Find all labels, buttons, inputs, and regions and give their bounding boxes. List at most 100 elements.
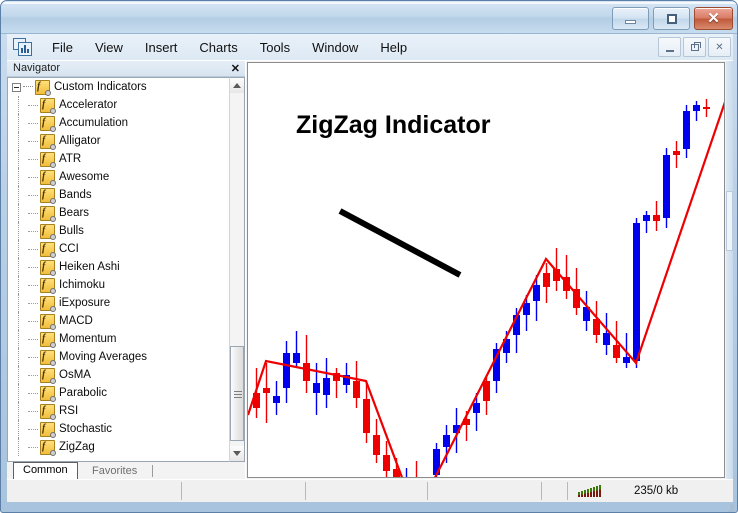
tree-branch-connector xyxy=(28,132,40,150)
menu-item-help[interactable]: Help xyxy=(369,37,418,58)
chart-vertical-scrollbar[interactable] xyxy=(726,61,733,479)
tree-item-bears[interactable]: f Bears xyxy=(8,204,214,222)
minimize-icon xyxy=(625,19,636,24)
chart-scrollbar-thumb[interactable] xyxy=(726,191,733,251)
menu-item-tools[interactable]: Tools xyxy=(249,37,301,58)
fx-icon: f xyxy=(40,205,56,222)
tree-item-parabolic[interactable]: f Parabolic xyxy=(8,384,214,402)
tree-indent-guide xyxy=(14,420,28,438)
tree-item-label: MACD xyxy=(59,315,93,327)
scroll-up-button[interactable] xyxy=(230,78,244,93)
tree-item-accelerator[interactable]: f Accelerator xyxy=(8,96,214,114)
fx-icon: f xyxy=(40,439,56,456)
tree-branch-connector xyxy=(28,366,40,384)
collapse-icon[interactable] xyxy=(12,82,21,92)
tree-item-label: Custom Indicators xyxy=(54,81,147,93)
candle-body xyxy=(263,388,270,393)
tree-item-heiken-ashi[interactable]: f Heiken Ashi xyxy=(8,258,214,276)
tree-branch-connector xyxy=(28,330,40,348)
tree-item-atr[interactable]: f ATR xyxy=(8,150,214,168)
navigator-scrollbar[interactable] xyxy=(229,77,245,462)
menu-item-file[interactable]: File xyxy=(41,37,84,58)
fx-icon: f xyxy=(40,295,56,312)
tree-item-label: Parabolic xyxy=(59,387,107,399)
tree-item-accumulation[interactable]: f Accumulation xyxy=(8,114,214,132)
scrollbar-thumb[interactable] xyxy=(230,346,244,441)
candles-group xyxy=(253,99,710,477)
menu-item-view[interactable]: View xyxy=(84,37,134,58)
tree-item-moving-averages[interactable]: f Moving Averages xyxy=(8,348,214,366)
minimize-button[interactable] xyxy=(612,7,649,30)
navigator-header: Navigator ✕ xyxy=(7,61,245,77)
tree-item-label: Awesome xyxy=(59,171,110,183)
tree-branch-connector xyxy=(28,348,40,366)
tree-indent-guide xyxy=(14,186,28,204)
chart-canvas[interactable]: ZigZag Indicator xyxy=(247,62,725,478)
tab-common[interactable]: Common xyxy=(13,462,78,479)
tree-indent-guide xyxy=(14,204,28,222)
tree-item-zigzag[interactable]: f ZigZag xyxy=(8,438,214,456)
tree-indent-guide xyxy=(14,222,28,240)
tree-item-alligator[interactable]: f Alligator xyxy=(8,132,214,150)
fx-icon: f xyxy=(40,151,56,168)
tree-branch-connector xyxy=(28,402,40,420)
candle-body xyxy=(303,363,310,381)
tree-item-label: Stochastic xyxy=(59,423,113,435)
scroll-down-button[interactable] xyxy=(230,446,244,461)
tree-item-label: Ichimoku xyxy=(59,279,106,291)
status-cell-4 xyxy=(428,482,542,500)
candle-body xyxy=(693,105,700,111)
fx-icon: f xyxy=(40,115,56,132)
tree-indent-guide xyxy=(14,114,28,132)
mdi-restore-icon xyxy=(690,41,701,51)
indicator-tree-scroll: f Custom Indicators f Accelerator f Accumulat… xyxy=(8,78,214,456)
tree-item-ichimoku[interactable]: f Ichimoku xyxy=(8,276,214,294)
fx-icon: f xyxy=(40,277,56,294)
title-bar: ✕ xyxy=(1,1,737,34)
resize-grip-icon[interactable] xyxy=(720,496,735,512)
tree-item-bulls[interactable]: f Bulls xyxy=(8,222,214,240)
mdi-minimize-button[interactable] xyxy=(658,37,681,57)
window-controls: ✕ xyxy=(612,7,733,30)
tree-connector xyxy=(23,86,33,88)
tree-item-macd[interactable]: f MACD xyxy=(8,312,214,330)
close-button[interactable]: ✕ xyxy=(694,7,733,30)
tree-indent-guide xyxy=(14,312,28,330)
mdi-close-button[interactable]: ✕ xyxy=(708,37,731,57)
maximize-button[interactable] xyxy=(653,7,690,30)
menu-item-window[interactable]: Window xyxy=(301,37,369,58)
tree-item-label: Heiken Ashi xyxy=(59,261,120,273)
tree-branch-connector xyxy=(28,438,40,456)
status-cell-5 xyxy=(542,482,568,500)
tree-item-cci[interactable]: f CCI xyxy=(8,240,214,258)
tree-item-label: Bulls xyxy=(59,225,84,237)
menu-item-charts[interactable]: Charts xyxy=(188,37,248,58)
fx-icon: f xyxy=(40,259,56,276)
status-cell-2 xyxy=(182,482,306,500)
tree-branch-connector xyxy=(28,384,40,402)
menu-item-insert[interactable]: Insert xyxy=(134,37,189,58)
candle-body xyxy=(703,107,710,109)
candle-body xyxy=(313,383,320,393)
candle-body xyxy=(643,215,650,221)
navigator-close-icon[interactable]: ✕ xyxy=(231,62,240,75)
candle-body xyxy=(273,396,280,403)
tree-item-stochastic[interactable]: f Stochastic xyxy=(8,420,214,438)
fx-icon: f xyxy=(40,421,56,438)
tree-item-awesome[interactable]: f Awesome xyxy=(8,168,214,186)
tree-item-momentum[interactable]: f Momentum xyxy=(8,330,214,348)
tree-indent-guide xyxy=(14,402,28,420)
tree-item-label: Bears xyxy=(59,207,90,219)
tree-item-iexposure[interactable]: f iExposure xyxy=(8,294,214,312)
tab-favorites[interactable]: Favorites xyxy=(83,463,146,479)
tree-item-rsi[interactable]: f RSI xyxy=(8,402,214,420)
fx-icon: f xyxy=(40,403,56,420)
mdi-restore-button[interactable] xyxy=(683,37,706,57)
fx-icon: f xyxy=(40,331,56,348)
tree-branch-connector xyxy=(28,240,40,258)
tree-item-custom-indicators[interactable]: f Custom Indicators xyxy=(8,78,214,96)
tree-item-bands[interactable]: f Bands xyxy=(8,186,214,204)
network-traffic-label: 235/0 kb xyxy=(634,485,679,497)
tree-item-osma[interactable]: f OsMA xyxy=(8,366,214,384)
indicator-tree[interactable]: f Custom Indicators f Accelerator f Accumulat… xyxy=(7,77,229,462)
